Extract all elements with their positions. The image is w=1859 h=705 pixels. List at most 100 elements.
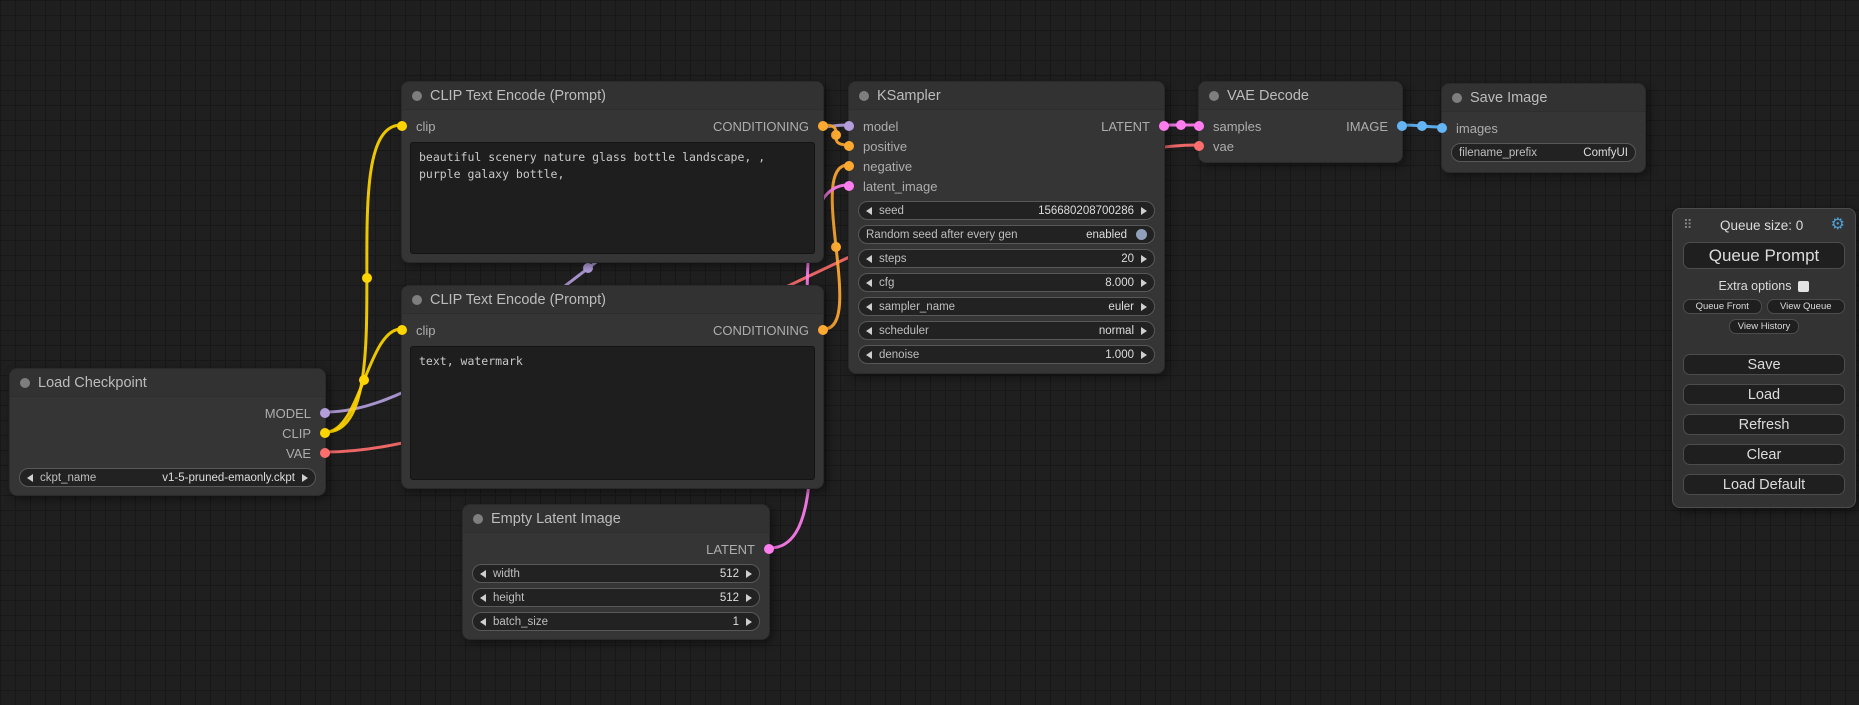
drag-handle-icon[interactable]: ⠿	[1683, 217, 1693, 233]
widget-denoise[interactable]: denoise 1.000	[858, 345, 1155, 364]
output-dot-vae[interactable]	[320, 448, 330, 458]
output-dot-latent[interactable]	[764, 544, 774, 554]
queue-prompt-button[interactable]: Queue Prompt	[1683, 242, 1845, 269]
output-dot-latent[interactable]	[1159, 121, 1169, 131]
collapse-dot-icon[interactable]	[1452, 93, 1462, 103]
collapse-dot-icon[interactable]	[473, 514, 483, 524]
output-dot-conditioning[interactable]	[818, 325, 828, 335]
decrement-icon[interactable]	[480, 570, 486, 578]
node-title-bar[interactable]: Empty Latent Image	[463, 505, 769, 533]
decrement-icon[interactable]	[27, 474, 33, 482]
input-dot-positive[interactable]	[844, 141, 854, 151]
node-title-bar[interactable]: CLIP Text Encode (Prompt)	[402, 286, 823, 314]
widget-value: 8.000	[1105, 277, 1134, 289]
decrement-icon[interactable]	[866, 255, 872, 263]
input-dot-samples[interactable]	[1194, 121, 1204, 131]
queue-front-button[interactable]: Queue Front	[1683, 299, 1762, 314]
widget-label: seed	[879, 205, 904, 217]
widget-width[interactable]: width 512	[472, 564, 760, 583]
node-ksampler[interactable]: KSampler model LATENT positive negative …	[848, 81, 1165, 374]
output-label-vae: VAE	[286, 446, 311, 461]
widget-seed[interactable]: seed 156680208700286	[858, 201, 1155, 220]
increment-icon[interactable]	[746, 594, 752, 602]
increment-icon[interactable]	[1141, 303, 1147, 311]
input-label-model: model	[863, 119, 898, 134]
collapse-dot-icon[interactable]	[859, 91, 869, 101]
decrement-icon[interactable]	[866, 303, 872, 311]
output-dot-image[interactable]	[1397, 121, 1407, 131]
collapse-dot-icon[interactable]	[20, 378, 30, 388]
node-title: CLIP Text Encode (Prompt)	[430, 88, 606, 104]
input-dot-clip[interactable]	[397, 325, 407, 335]
widget-label: width	[493, 568, 520, 580]
widget-ckpt-name[interactable]: ckpt_name v1-5-pruned-emaonly.ckpt	[19, 468, 316, 487]
node-graph-canvas[interactable]: Load Checkpoint MODEL CLIP VAE ckpt_name…	[0, 0, 1859, 705]
view-history-button[interactable]: View History	[1729, 319, 1800, 334]
toggle-icon[interactable]	[1136, 229, 1147, 240]
decrement-icon[interactable]	[866, 327, 872, 335]
input-dot-images[interactable]	[1437, 123, 1447, 133]
increment-icon[interactable]	[1141, 255, 1147, 263]
node-title-bar[interactable]: CLIP Text Encode (Prompt)	[402, 82, 823, 110]
clear-button[interactable]: Clear	[1683, 444, 1845, 465]
output-label-conditioning: CONDITIONING	[713, 323, 809, 338]
view-queue-button[interactable]: View Queue	[1767, 299, 1846, 314]
input-dot-latent-image[interactable]	[844, 181, 854, 191]
node-clip-text-encode-positive[interactable]: CLIP Text Encode (Prompt) clip CONDITION…	[401, 81, 824, 263]
widget-steps[interactable]: steps 20	[858, 249, 1155, 268]
node-title-bar[interactable]: KSampler	[849, 82, 1164, 110]
increment-icon[interactable]	[1141, 279, 1147, 287]
output-dot-model[interactable]	[320, 408, 330, 418]
decrement-icon[interactable]	[866, 351, 872, 359]
increment-icon[interactable]	[746, 570, 752, 578]
node-vae-decode[interactable]: VAE Decode samples IMAGE vae	[1198, 81, 1403, 163]
load-default-button[interactable]: Load Default	[1683, 474, 1845, 495]
increment-icon[interactable]	[1141, 351, 1147, 359]
node-title-bar[interactable]: VAE Decode	[1199, 82, 1402, 110]
settings-gear-icon[interactable]: ⚙	[1831, 217, 1845, 233]
node-clip-text-encode-negative[interactable]: CLIP Text Encode (Prompt) clip CONDITION…	[401, 285, 824, 489]
increment-icon[interactable]	[746, 618, 752, 626]
widget-filename-prefix[interactable]: filename_prefix ComfyUI	[1451, 143, 1636, 162]
node-title: Save Image	[1470, 90, 1547, 106]
collapse-dot-icon[interactable]	[412, 91, 422, 101]
slot-row-model-latent: model LATENT	[849, 116, 1164, 136]
save-button[interactable]: Save	[1683, 354, 1845, 375]
refresh-button[interactable]: Refresh	[1683, 414, 1845, 435]
prompt-textarea[interactable]: text, watermark	[410, 346, 815, 480]
widget-scheduler[interactable]: scheduler normal	[858, 321, 1155, 340]
node-save-image[interactable]: Save Image images filename_prefix ComfyU…	[1441, 83, 1646, 173]
widget-height[interactable]: height 512	[472, 588, 760, 607]
increment-icon[interactable]	[1141, 207, 1147, 215]
extra-options-checkbox[interactable]	[1798, 281, 1809, 292]
node-title-bar[interactable]: Load Checkpoint	[10, 369, 325, 397]
widget-batch-size[interactable]: batch_size 1	[472, 612, 760, 631]
queue-menu-panel[interactable]: ⠿ Queue size: 0 ⚙ Queue Prompt Extra opt…	[1672, 208, 1856, 508]
input-dot-vae[interactable]	[1194, 141, 1204, 151]
prompt-textarea[interactable]: beautiful scenery nature glass bottle la…	[410, 142, 815, 254]
output-label-model: MODEL	[265, 406, 311, 421]
decrement-icon[interactable]	[480, 618, 486, 626]
node-empty-latent-image[interactable]: Empty Latent Image LATENT width 512 heig…	[462, 504, 770, 640]
decrement-icon[interactable]	[480, 594, 486, 602]
collapse-dot-icon[interactable]	[1209, 91, 1219, 101]
collapse-dot-icon[interactable]	[412, 295, 422, 305]
input-dot-clip[interactable]	[397, 121, 407, 131]
widget-random-seed-toggle[interactable]: Random seed after every gen enabled	[858, 225, 1155, 244]
slot-row-vae: vae	[1199, 136, 1402, 156]
widget-sampler-name[interactable]: sampler_name euler	[858, 297, 1155, 316]
increment-icon[interactable]	[302, 474, 308, 482]
input-dot-negative[interactable]	[844, 161, 854, 171]
node-load-checkpoint[interactable]: Load Checkpoint MODEL CLIP VAE ckpt_name…	[9, 368, 326, 496]
input-dot-model[interactable]	[844, 121, 854, 131]
decrement-icon[interactable]	[866, 279, 872, 287]
node-title: KSampler	[877, 88, 941, 104]
wire-midpoint-conditioning-negative	[831, 242, 841, 252]
output-dot-clip[interactable]	[320, 428, 330, 438]
output-dot-conditioning[interactable]	[818, 121, 828, 131]
decrement-icon[interactable]	[866, 207, 872, 215]
node-title-bar[interactable]: Save Image	[1442, 84, 1645, 112]
load-button[interactable]: Load	[1683, 384, 1845, 405]
widget-cfg[interactable]: cfg 8.000	[858, 273, 1155, 292]
increment-icon[interactable]	[1141, 327, 1147, 335]
